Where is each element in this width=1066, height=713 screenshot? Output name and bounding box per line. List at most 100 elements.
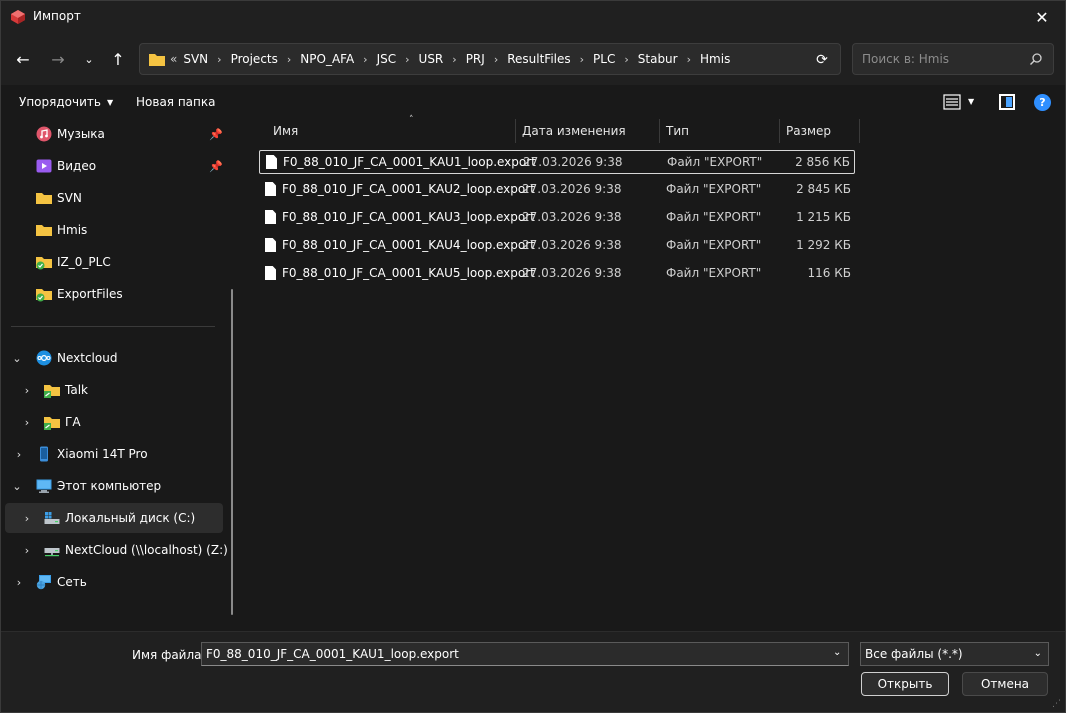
sidebar-item-svn[interactable]: SVN	[5, 183, 223, 213]
back-button[interactable]: ←	[9, 45, 37, 73]
file-name-panel: Имя файла: ⌄ Все файлы (*.*) ⌄ Открыть О…	[1, 631, 1065, 712]
sidebar-item-talk[interactable]: › Talk	[5, 375, 223, 405]
sidebar-item-iz-0-plc[interactable]: IZ_0_PLC	[5, 247, 223, 277]
sidebar-item-hmis[interactable]: Hmis	[5, 215, 223, 245]
table-row[interactable]: F0_88_010_JF_CA_0001_KAU1_loop.export 27…	[259, 150, 855, 174]
column-header-name[interactable]: ˄ Имя	[267, 115, 516, 143]
sort-ascending-icon: ˄	[409, 115, 414, 125]
breadcrumb-item[interactable]: Hmis	[700, 52, 730, 66]
svn-folder-icon	[36, 289, 52, 302]
chevron-right-icon[interactable]: ›	[405, 53, 409, 66]
file-type: Файл "EXPORT"	[667, 155, 763, 169]
chevron-down-icon[interactable]: ⌄	[11, 352, 23, 365]
breadcrumb-item[interactable]: PRJ	[466, 52, 485, 66]
view-details-icon[interactable]	[943, 94, 961, 110]
chevron-right-icon[interactable]: ›	[21, 384, 33, 397]
chevron-right-icon[interactable]: ›	[452, 53, 456, 66]
chevron-down-icon[interactable]: ⌄	[11, 480, 23, 493]
chevron-right-icon[interactable]: ›	[624, 53, 628, 66]
folder-icon	[149, 54, 165, 66]
sidebar-item-this-pc[interactable]: ⌄ Этот компьютер	[5, 471, 223, 501]
sidebar-item-label: Talk	[65, 383, 88, 397]
file-name: F0_88_010_JF_CA_0001_KAU3_loop.export	[282, 210, 535, 224]
breadcrumb-item[interactable]: Projects	[231, 52, 278, 66]
sidebar-item-ga[interactable]: › ГА	[5, 407, 223, 437]
shared-folder-icon	[44, 417, 60, 430]
breadcrumb-item[interactable]: NPO_AFA	[300, 52, 354, 66]
file-name: F0_88_010_JF_CA_0001_KAU2_loop.export	[282, 182, 535, 196]
filename-input[interactable]	[201, 642, 849, 666]
arrow-right-icon: →	[51, 49, 65, 69]
sidebar-item-label: Музыка	[57, 127, 105, 141]
sidebar-item-exportfiles[interactable]: ExportFiles	[5, 279, 223, 309]
file-icon	[265, 210, 276, 224]
column-header-label: Размер	[786, 124, 832, 138]
chevron-down-icon[interactable]: ⌄	[833, 647, 841, 658]
sidebar-item-network[interactable]: › Сеть	[5, 567, 223, 597]
breadcrumb: « SVN › Projects › NPO_AFA › JSC › USR ›…	[170, 52, 730, 66]
sidebar-scrollbar[interactable]	[231, 289, 233, 615]
close-button[interactable]: ✕	[1019, 1, 1065, 33]
organize-button[interactable]: Упорядочить ▼	[19, 95, 113, 109]
chevron-right-icon[interactable]: ›	[21, 416, 33, 429]
column-header-size[interactable]: Размер	[780, 119, 860, 143]
file-type-select[interactable]: Все файлы (*.*) ⌄	[860, 642, 1049, 666]
sidebar-item-video[interactable]: Видео 📌	[5, 151, 223, 181]
sidebar-item-xiaomi[interactable]: › Xiaomi 14T Pro	[5, 439, 223, 469]
help-icon[interactable]: ?	[1034, 94, 1051, 111]
chevron-right-icon[interactable]: ›	[287, 53, 291, 66]
open-button[interactable]: Открыть	[861, 672, 949, 696]
table-row[interactable]: F0_88_010_JF_CA_0001_KAU5_loop.export 27…	[259, 262, 855, 286]
sidebar-item-music[interactable]: Музыка 📌	[5, 119, 223, 149]
sidebar-divider	[11, 326, 215, 327]
breadcrumb-item[interactable]: ResultFiles	[507, 52, 570, 66]
file-size: 116 КБ	[807, 266, 851, 280]
chevron-right-icon[interactable]: ›	[687, 53, 691, 66]
chevron-right-icon[interactable]: ›	[13, 448, 25, 461]
table-row[interactable]: F0_88_010_JF_CA_0001_KAU3_loop.export 27…	[259, 206, 855, 230]
sidebar-item-local-disk-c[interactable]: › Локальный диск (C:)	[5, 503, 223, 533]
new-folder-button[interactable]: Новая папка	[136, 95, 215, 109]
column-header-label: Имя	[273, 124, 299, 138]
refresh-button[interactable]: ⟳	[812, 50, 832, 70]
search-input[interactable]: Поиск в: Hmis	[852, 43, 1054, 75]
resize-grip-icon[interactable]: ⋰	[1052, 699, 1062, 709]
refresh-icon: ⟳	[816, 52, 828, 68]
chevron-right-icon[interactable]: ›	[21, 544, 33, 557]
table-row[interactable]: F0_88_010_JF_CA_0001_KAU4_loop.export 27…	[259, 234, 855, 258]
organize-label: Упорядочить	[19, 95, 101, 109]
file-date: 27.03.2026 9:38	[522, 238, 622, 252]
forward-button[interactable]: →	[44, 45, 72, 73]
chevron-right-icon[interactable]: ›	[363, 53, 367, 66]
breadcrumb-item[interactable]: USR	[419, 52, 444, 66]
pin-icon[interactable]: 📌	[209, 160, 223, 173]
breadcrumb-item[interactable]: PLC	[593, 52, 615, 66]
preview-pane-icon[interactable]	[999, 94, 1015, 110]
video-icon	[36, 159, 52, 173]
sidebar-item-nextcloud-drive-z[interactable]: › NextCloud (\\localhost) (Z:)	[5, 535, 228, 565]
cancel-button[interactable]: Отмена	[962, 672, 1048, 696]
breadcrumb-item[interactable]: SVN	[183, 52, 208, 66]
chevron-right-icon[interactable]: ›	[494, 53, 498, 66]
chevron-right-icon[interactable]: ›	[217, 53, 221, 66]
sidebar-item-label: Локальный диск (C:)	[65, 511, 196, 525]
sidebar-item-nextcloud[interactable]: ⌄ Nextcloud	[5, 343, 223, 373]
breadcrumb-item[interactable]: Stabur	[638, 52, 678, 66]
view-options-caret-icon[interactable]: ▼	[968, 97, 974, 106]
address-bar[interactable]: « SVN › Projects › NPO_AFA › JSC › USR ›…	[139, 43, 841, 75]
breadcrumb-overflow[interactable]: «	[170, 52, 177, 66]
breadcrumb-item[interactable]: JSC	[377, 52, 397, 66]
table-row[interactable]: F0_88_010_JF_CA_0001_KAU2_loop.export 27…	[259, 178, 855, 202]
navigation-pane: Музыка 📌 Видео 📌 SVN Hmis IZ_0_PLC Expor…	[1, 119, 241, 631]
file-type: Файл "EXPORT"	[666, 210, 762, 224]
chevron-right-icon[interactable]: ›	[21, 512, 33, 525]
chevron-right-icon[interactable]: ›	[13, 576, 25, 589]
chevron-right-icon[interactable]: ›	[580, 53, 584, 66]
recent-locations-button[interactable]: ⌄	[75, 45, 103, 73]
column-header-type[interactable]: Тип	[660, 119, 780, 143]
nextcloud-icon	[36, 350, 52, 366]
up-button[interactable]: ↑	[104, 45, 132, 73]
column-header-date[interactable]: Дата изменения	[516, 119, 660, 143]
pin-icon[interactable]: 📌	[209, 128, 223, 141]
network-icon	[36, 575, 51, 590]
